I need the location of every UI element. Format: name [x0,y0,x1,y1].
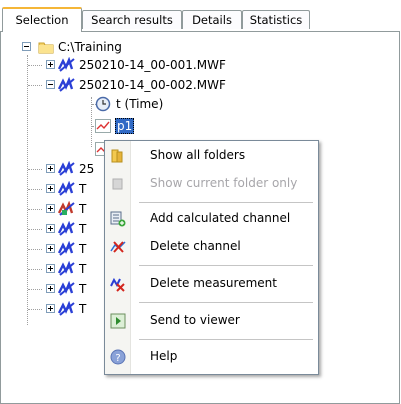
expand-icon[interactable] [46,244,55,253]
collapse-icon[interactable] [46,80,55,89]
file-label: T [79,182,87,196]
context-menu: Show all folders Show current folder onl… [104,140,319,375]
tab-statistics[interactable]: Statistics [242,10,310,29]
help-icon: ? [110,349,126,365]
file-label: 250210-14_00-002.MWF [79,78,226,92]
tree-line [28,229,42,230]
expand-icon[interactable] [46,60,55,69]
menu-item-delete-measurement[interactable]: Delete measurement [105,272,318,296]
file-label: 25 [79,162,95,176]
tree-root[interactable]: C:\Training [0,38,300,56]
menu-item-add-calculated-channel[interactable]: Add calculated channel [105,207,318,231]
menu-item-send-to-viewer[interactable]: Send to viewer [105,309,318,333]
expand-icon[interactable] [46,184,55,193]
tree-item-channel[interactable]: t (Time) [0,95,300,113]
file-label: T [79,222,87,236]
folders-icon [110,148,126,164]
expand-icon[interactable] [46,264,55,273]
measurement-icon [57,240,75,257]
tree-line [28,65,42,66]
chart-line-icon [95,118,111,134]
svg-text:?: ? [115,353,120,364]
expand-icon[interactable] [46,164,55,173]
tree-line [28,269,42,270]
clock-icon [95,96,111,112]
measurement-icon [57,76,75,93]
collapse-icon[interactable] [22,42,31,51]
file-label: T [79,282,87,296]
delete-measurement-icon [110,276,126,292]
menu-separator [139,265,313,266]
tree-line [28,189,42,190]
tree-item-file[interactable]: 250210-14_00-002.MWF [0,76,300,94]
folder-disabled-icon [110,176,126,192]
tree-line [28,309,42,310]
expand-icon[interactable] [46,224,55,233]
measurement-icon [57,280,75,297]
menu-item-delete-channel[interactable]: Delete channel [105,235,318,259]
tree-item-file[interactable]: T [0,280,104,298]
measurement-icon [57,220,75,237]
menu-separator [139,302,313,303]
tab-details[interactable]: Details [182,10,242,29]
calculator-add-icon [110,211,126,227]
tree-item-file[interactable]: 250210-14_00-001.MWF [0,56,300,74]
menu-item-show-all-folders[interactable]: Show all folders [105,144,318,168]
tree-item-file[interactable]: T [0,180,104,198]
tree-line [28,85,42,86]
file-label: T [79,202,87,216]
channel-label: t (Time) [116,97,164,111]
tree-item-channel[interactable] [0,140,111,158]
tree-item-file[interactable]: T [0,200,104,218]
tree-item-file[interactable]: T [0,240,104,258]
measurement-multicolor-icon [57,200,75,217]
delete-channel-icon [110,239,126,255]
tree-item-file[interactable]: T [0,260,104,278]
tree-item-file[interactable]: T [0,300,104,318]
menu-separator [139,202,313,203]
tree-line [28,209,42,210]
file-label: T [79,242,87,256]
tab-strip: Selection Search results Details Statist… [0,0,401,32]
measurement-icon [57,260,75,277]
channel-label-selected: p1 [115,118,135,134]
menu-item-show-current-folder[interactable]: Show current folder only [105,172,318,196]
measurement-icon [57,300,75,317]
tree-line [28,249,42,250]
file-label: 250210-14_00-001.MWF [79,58,226,72]
expand-icon[interactable] [46,284,55,293]
tree-item-file[interactable]: 25 [0,160,104,178]
measurement-icon [57,56,75,73]
file-label: T [79,302,87,316]
expand-icon[interactable] [46,304,55,313]
measurement-icon [57,160,75,177]
menu-separator [139,339,313,340]
menu-item-help[interactable]: ? Help [105,345,318,369]
tree-item-channel[interactable]: p1 [0,117,300,135]
expand-icon[interactable] [46,204,55,213]
tree-line [28,289,42,290]
tab-search-results[interactable]: Search results [82,10,182,29]
measurement-icon [57,180,75,197]
tree-line [28,169,42,170]
file-label: T [79,262,87,276]
send-to-viewer-icon [110,313,126,329]
tab-selection[interactable]: Selection [2,7,82,32]
tree-item-file[interactable]: T [0,220,104,238]
root-folder-label: C:\Training [58,40,122,54]
folder-icon [38,39,54,55]
